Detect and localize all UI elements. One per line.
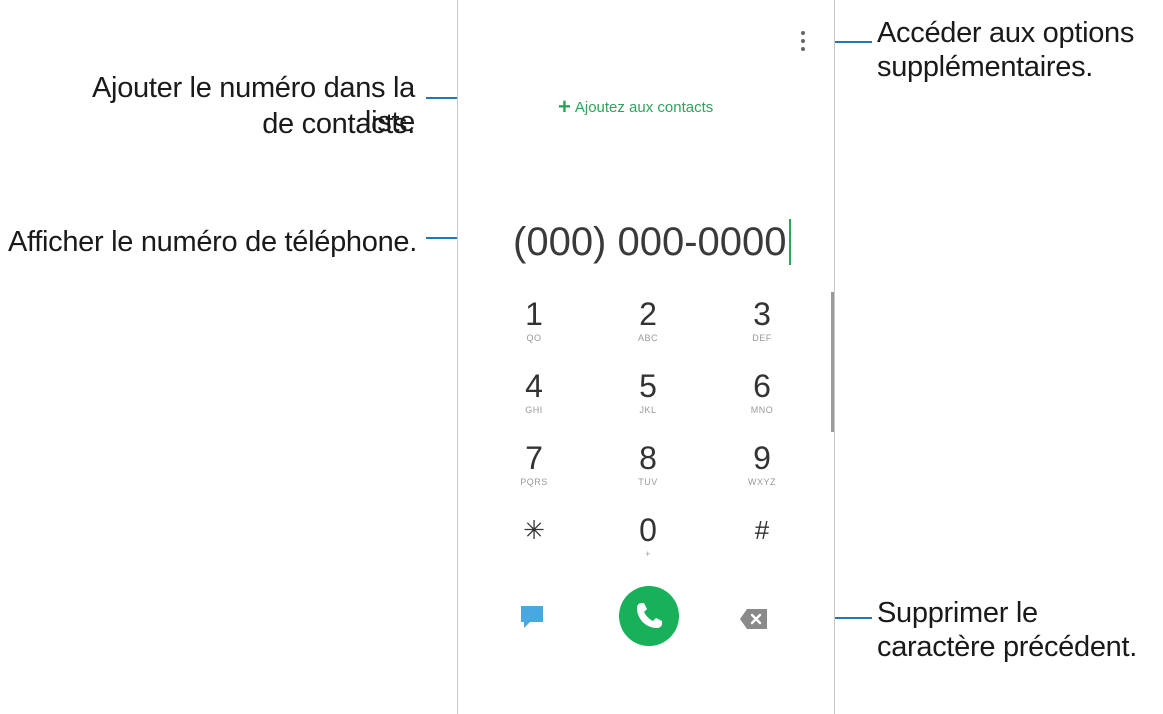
message-icon [521, 606, 543, 628]
key-letters: MNO [750, 405, 774, 415]
key-digit: # [754, 515, 770, 545]
annotation-display-number: Afficher le numéro de téléphone. [7, 226, 417, 258]
phone-number-field[interactable]: (000) 000-0000 [513, 218, 791, 266]
key-digit: 8 [639, 440, 657, 476]
key-letters: PQRS [520, 477, 548, 487]
backspace-icon [740, 609, 767, 629]
key-4[interactable]: 4 GHI [479, 368, 589, 432]
key-0[interactable]: 0 + [593, 512, 703, 576]
annotation-options: Accéder aux options supplémentaires. [877, 17, 1135, 83]
key-9[interactable]: 9 WXYZ [707, 440, 817, 504]
key-3[interactable]: 3 DEF [707, 296, 817, 360]
key-digit: 2 [639, 296, 657, 332]
key-letters: WXYZ [748, 477, 776, 487]
add-to-contacts-button[interactable]: + Ajoutez aux contacts [558, 94, 714, 119]
key-5[interactable]: 5 JKL [593, 368, 703, 432]
key-letters: DEF [752, 333, 772, 343]
key-7[interactable]: 7 PQRS [479, 440, 589, 504]
key-letters: ABC [637, 333, 658, 343]
scrollbar[interactable] [831, 292, 834, 432]
text-cursor [788, 219, 791, 265]
key-digit: 7 [525, 440, 543, 476]
key-digit: 1 [525, 296, 543, 332]
phone-icon [637, 603, 662, 628]
phone-screen: + Ajoutez aux contacts (000) 000-0000 1 … [457, 0, 835, 714]
message-button[interactable] [518, 602, 546, 630]
backspace-button[interactable] [739, 608, 769, 630]
key-letters: + [645, 549, 651, 559]
key-2[interactable]: 2 ABC [593, 296, 703, 360]
key-digit: 9 [753, 440, 771, 476]
key-letters: GHI [525, 405, 543, 415]
key-digit: 5 [639, 368, 657, 404]
more-options-icon[interactable] [798, 31, 808, 55]
key-hash[interactable]: # [707, 512, 817, 576]
annotation-add-contact-line2: de contacts. [262, 108, 415, 140]
phone-number-display: (000) 000-0000 [513, 220, 787, 264]
voicemail-icon: QO [526, 333, 542, 343]
key-digit: 0 [639, 512, 657, 548]
key-digit: 3 [753, 296, 771, 332]
key-1[interactable]: 1 QO [479, 296, 589, 360]
key-6[interactable]: 6 MNO [707, 368, 817, 432]
key-8[interactable]: 8 TUV [593, 440, 703, 504]
add-to-contacts-label: Ajoutez aux contacts [574, 98, 714, 116]
key-letters: JKL [639, 405, 657, 415]
plus-icon: + [558, 94, 571, 119]
key-digit: 4 [525, 368, 543, 404]
key-letters: TUV [638, 477, 658, 487]
call-button[interactable] [619, 586, 679, 646]
annotation-delete: Supprimer le caractère précédent. [877, 597, 1137, 663]
key-digit: ✳ [523, 515, 545, 545]
key-star[interactable]: ✳ [479, 512, 589, 576]
key-digit: 6 [753, 368, 771, 404]
